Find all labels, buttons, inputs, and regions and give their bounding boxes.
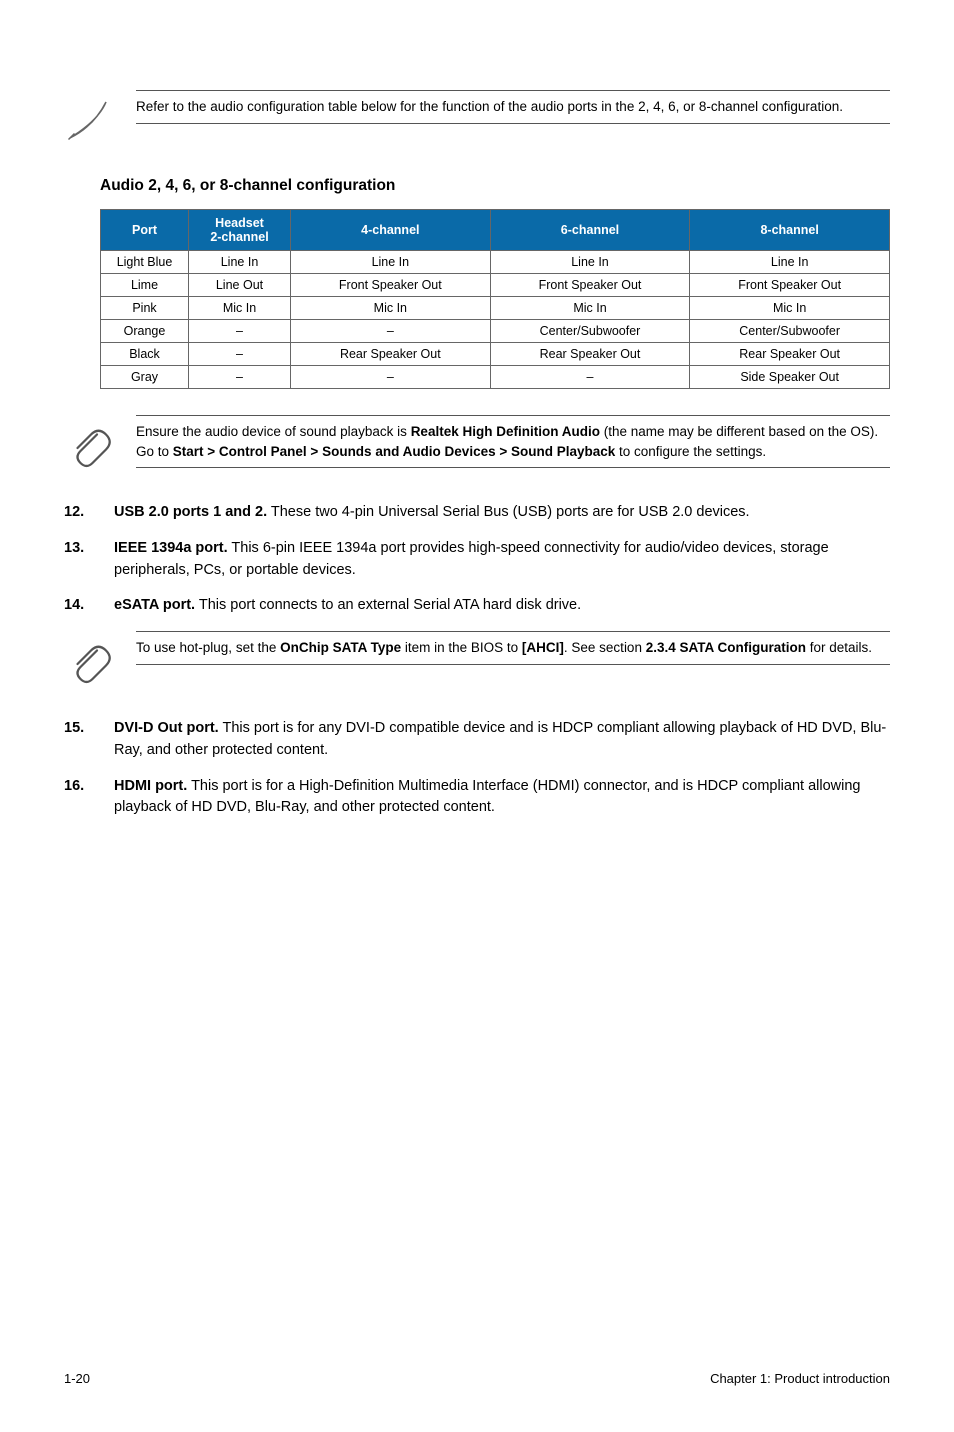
bold-span: USB 2.0 ports 1 and 2. [114,504,267,520]
cell: Line In [291,251,491,274]
text-span: for details. [806,640,872,655]
cell: Rear Speaker Out [490,343,690,366]
text-span: To use hot-plug, set the [136,640,280,655]
cell: Black [101,343,189,366]
text-span: This port is for a High-Definition Multi… [114,778,860,816]
note-text: Refer to the audio configuration table b… [136,97,890,117]
cell: Rear Speaker Out [690,343,890,366]
cell: – [189,343,291,366]
cell: Light Blue [101,251,189,274]
text-span: . See section [564,640,646,655]
cell: Line Out [189,274,291,297]
item-text: USB 2.0 ports 1 and 2. These two 4-pin U… [114,502,890,524]
item-number: 12. [64,502,96,524]
cell: Mic In [690,297,890,320]
item-number: 15. [64,718,96,762]
note-text: Ensure the audio device of sound playbac… [136,422,890,461]
pencil-icon [64,90,112,149]
text-span: Ensure the audio device of sound playbac… [136,424,411,439]
item-text: eSATA port. This port connects to an ext… [114,595,890,617]
cell: – [189,320,291,343]
text-span: item in the BIOS to [401,640,522,655]
paperclip-icon [64,415,112,474]
table-row: Lime Line Out Front Speaker Out Front Sp… [101,274,890,297]
cell: Center/Subwoofer [690,320,890,343]
chapter-label: Chapter 1: Product introduction [710,1371,890,1386]
cell: Mic In [291,297,491,320]
note-text: To use hot-plug, set the OnChip SATA Typ… [136,638,890,658]
th-headset-line2: 2-channel [193,230,286,244]
text-span: to configure the settings. [615,444,766,459]
item-text: HDMI port. This port is for a High-Defin… [114,776,890,820]
list-item: 12. USB 2.0 ports 1 and 2. These two 4-p… [64,502,890,524]
cell: Front Speaker Out [490,274,690,297]
cell: – [189,366,291,389]
item-number: 14. [64,595,96,617]
cell: – [291,320,491,343]
list-item: 16. HDMI port. This port is for a High-D… [64,776,890,820]
text-span: This port connects to an external Serial… [195,597,581,613]
table-row: Orange – – Center/Subwoofer Center/Subwo… [101,320,890,343]
bold-span: OnChip SATA Type [280,640,401,655]
cell: Line In [189,251,291,274]
page-footer: 1-20 Chapter 1: Product introduction [64,1371,890,1386]
list-item: 13. IEEE 1394a port. This 6-pin IEEE 139… [64,538,890,582]
cell: Pink [101,297,189,320]
text-span: These two 4-pin Universal Serial Bus (US… [267,504,749,520]
item-text: DVI-D Out port. This port is for any DVI… [114,718,890,762]
bold-span: 2.3.4 SATA Configuration [646,640,806,655]
bold-span: [AHCI] [522,640,564,655]
bold-span: DVI-D Out port. [114,720,219,736]
th-port: Port [101,210,189,251]
cell: – [291,366,491,389]
cell: Line In [490,251,690,274]
item-number: 16. [64,776,96,820]
item-text: IEEE 1394a port. This 6-pin IEEE 1394a p… [114,538,890,582]
note-pencil: Refer to the audio configuration table b… [64,90,890,149]
page-number: 1-20 [64,1371,90,1386]
table-row: Black – Rear Speaker Out Rear Speaker Ou… [101,343,890,366]
bold-span: HDMI port. [114,778,187,794]
th-6ch: 6-channel [490,210,690,251]
item-number: 13. [64,538,96,582]
cell: Mic In [189,297,291,320]
cell: Center/Subwoofer [490,320,690,343]
cell: Gray [101,366,189,389]
th-headset: Headset 2-channel [189,210,291,251]
cell: Line In [690,251,890,274]
th-8ch: 8-channel [690,210,890,251]
cell: Side Speaker Out [690,366,890,389]
cell: Orange [101,320,189,343]
th-headset-line1: Headset [215,216,264,230]
table-row: Pink Mic In Mic In Mic In Mic In [101,297,890,320]
list-item: 14. eSATA port. This port connects to an… [64,595,890,617]
audio-config-table: Port Headset 2-channel 4-channel 6-chann… [100,209,890,389]
section-title: Audio 2, 4, 6, or 8-channel configuratio… [100,177,890,195]
paperclip-icon [64,631,112,690]
cell: – [490,366,690,389]
table-row: Gray – – – Side Speaker Out [101,366,890,389]
bold-span: Realtek High Definition Audio [411,424,600,439]
list-item: 15. DVI-D Out port. This port is for any… [64,718,890,762]
th-4ch: 4-channel [291,210,491,251]
note-paperclip-1: Ensure the audio device of sound playbac… [64,415,890,474]
cell: Rear Speaker Out [291,343,491,366]
cell: Lime [101,274,189,297]
bold-span: Start > Control Panel > Sounds and Audio… [173,444,615,459]
bold-span: eSATA port. [114,597,195,613]
note-paperclip-2: To use hot-plug, set the OnChip SATA Typ… [64,631,890,690]
table-row: Light Blue Line In Line In Line In Line … [101,251,890,274]
cell: Mic In [490,297,690,320]
bold-span: IEEE 1394a port. [114,540,228,556]
text-span: This port is for any DVI-D compatible de… [114,720,886,758]
cell: Front Speaker Out [690,274,890,297]
cell: Front Speaker Out [291,274,491,297]
